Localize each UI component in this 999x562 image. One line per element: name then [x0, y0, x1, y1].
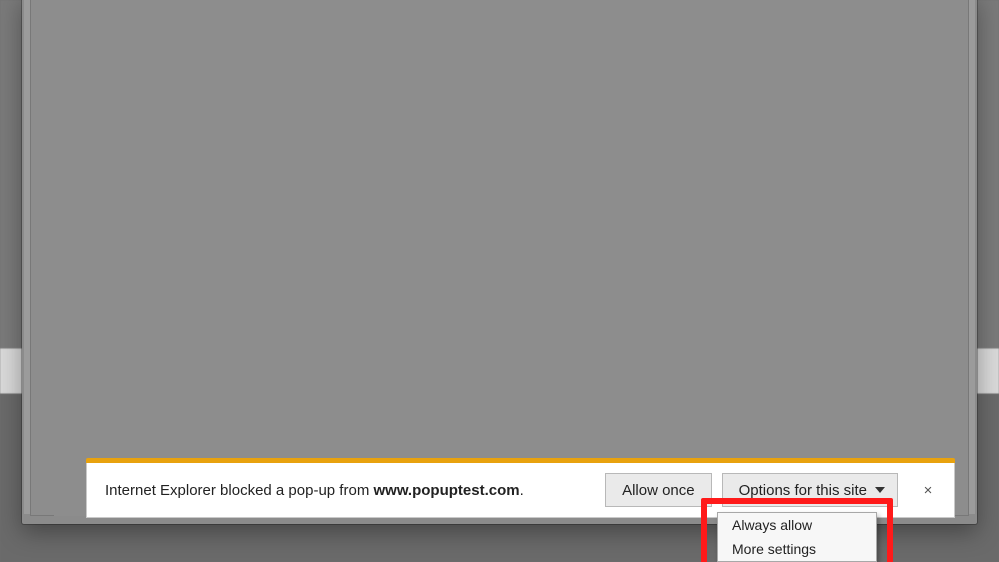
notification-message: Internet Explorer blocked a pop-up from …	[105, 482, 595, 499]
notification-site: www.popuptest.com	[373, 482, 519, 499]
options-dropdown-menu: Always allow More settings	[717, 512, 877, 562]
menu-item-always-allow[interactable]: Always allow	[718, 513, 876, 537]
popup-blocked-notification: Internet Explorer blocked a pop-up from …	[86, 458, 955, 518]
browser-viewport	[30, 0, 969, 516]
page-content	[54, 0, 945, 516]
notification-suffix: .	[520, 482, 524, 499]
options-label: Options for this site	[739, 482, 867, 499]
menu-item-more-settings[interactable]: More settings	[718, 537, 876, 561]
close-notification-button[interactable]: ×	[914, 476, 942, 504]
notification-bar: Internet Explorer blocked a pop-up from …	[86, 463, 955, 518]
options-for-this-site-button[interactable]: Options for this site	[722, 473, 898, 507]
allow-once-button[interactable]: Allow once	[605, 473, 712, 507]
chevron-down-icon	[875, 487, 885, 493]
notification-prefix: Internet Explorer blocked a pop-up from	[105, 482, 373, 499]
browser-window: Internet Explorer blocked a pop-up from …	[22, 0, 977, 524]
